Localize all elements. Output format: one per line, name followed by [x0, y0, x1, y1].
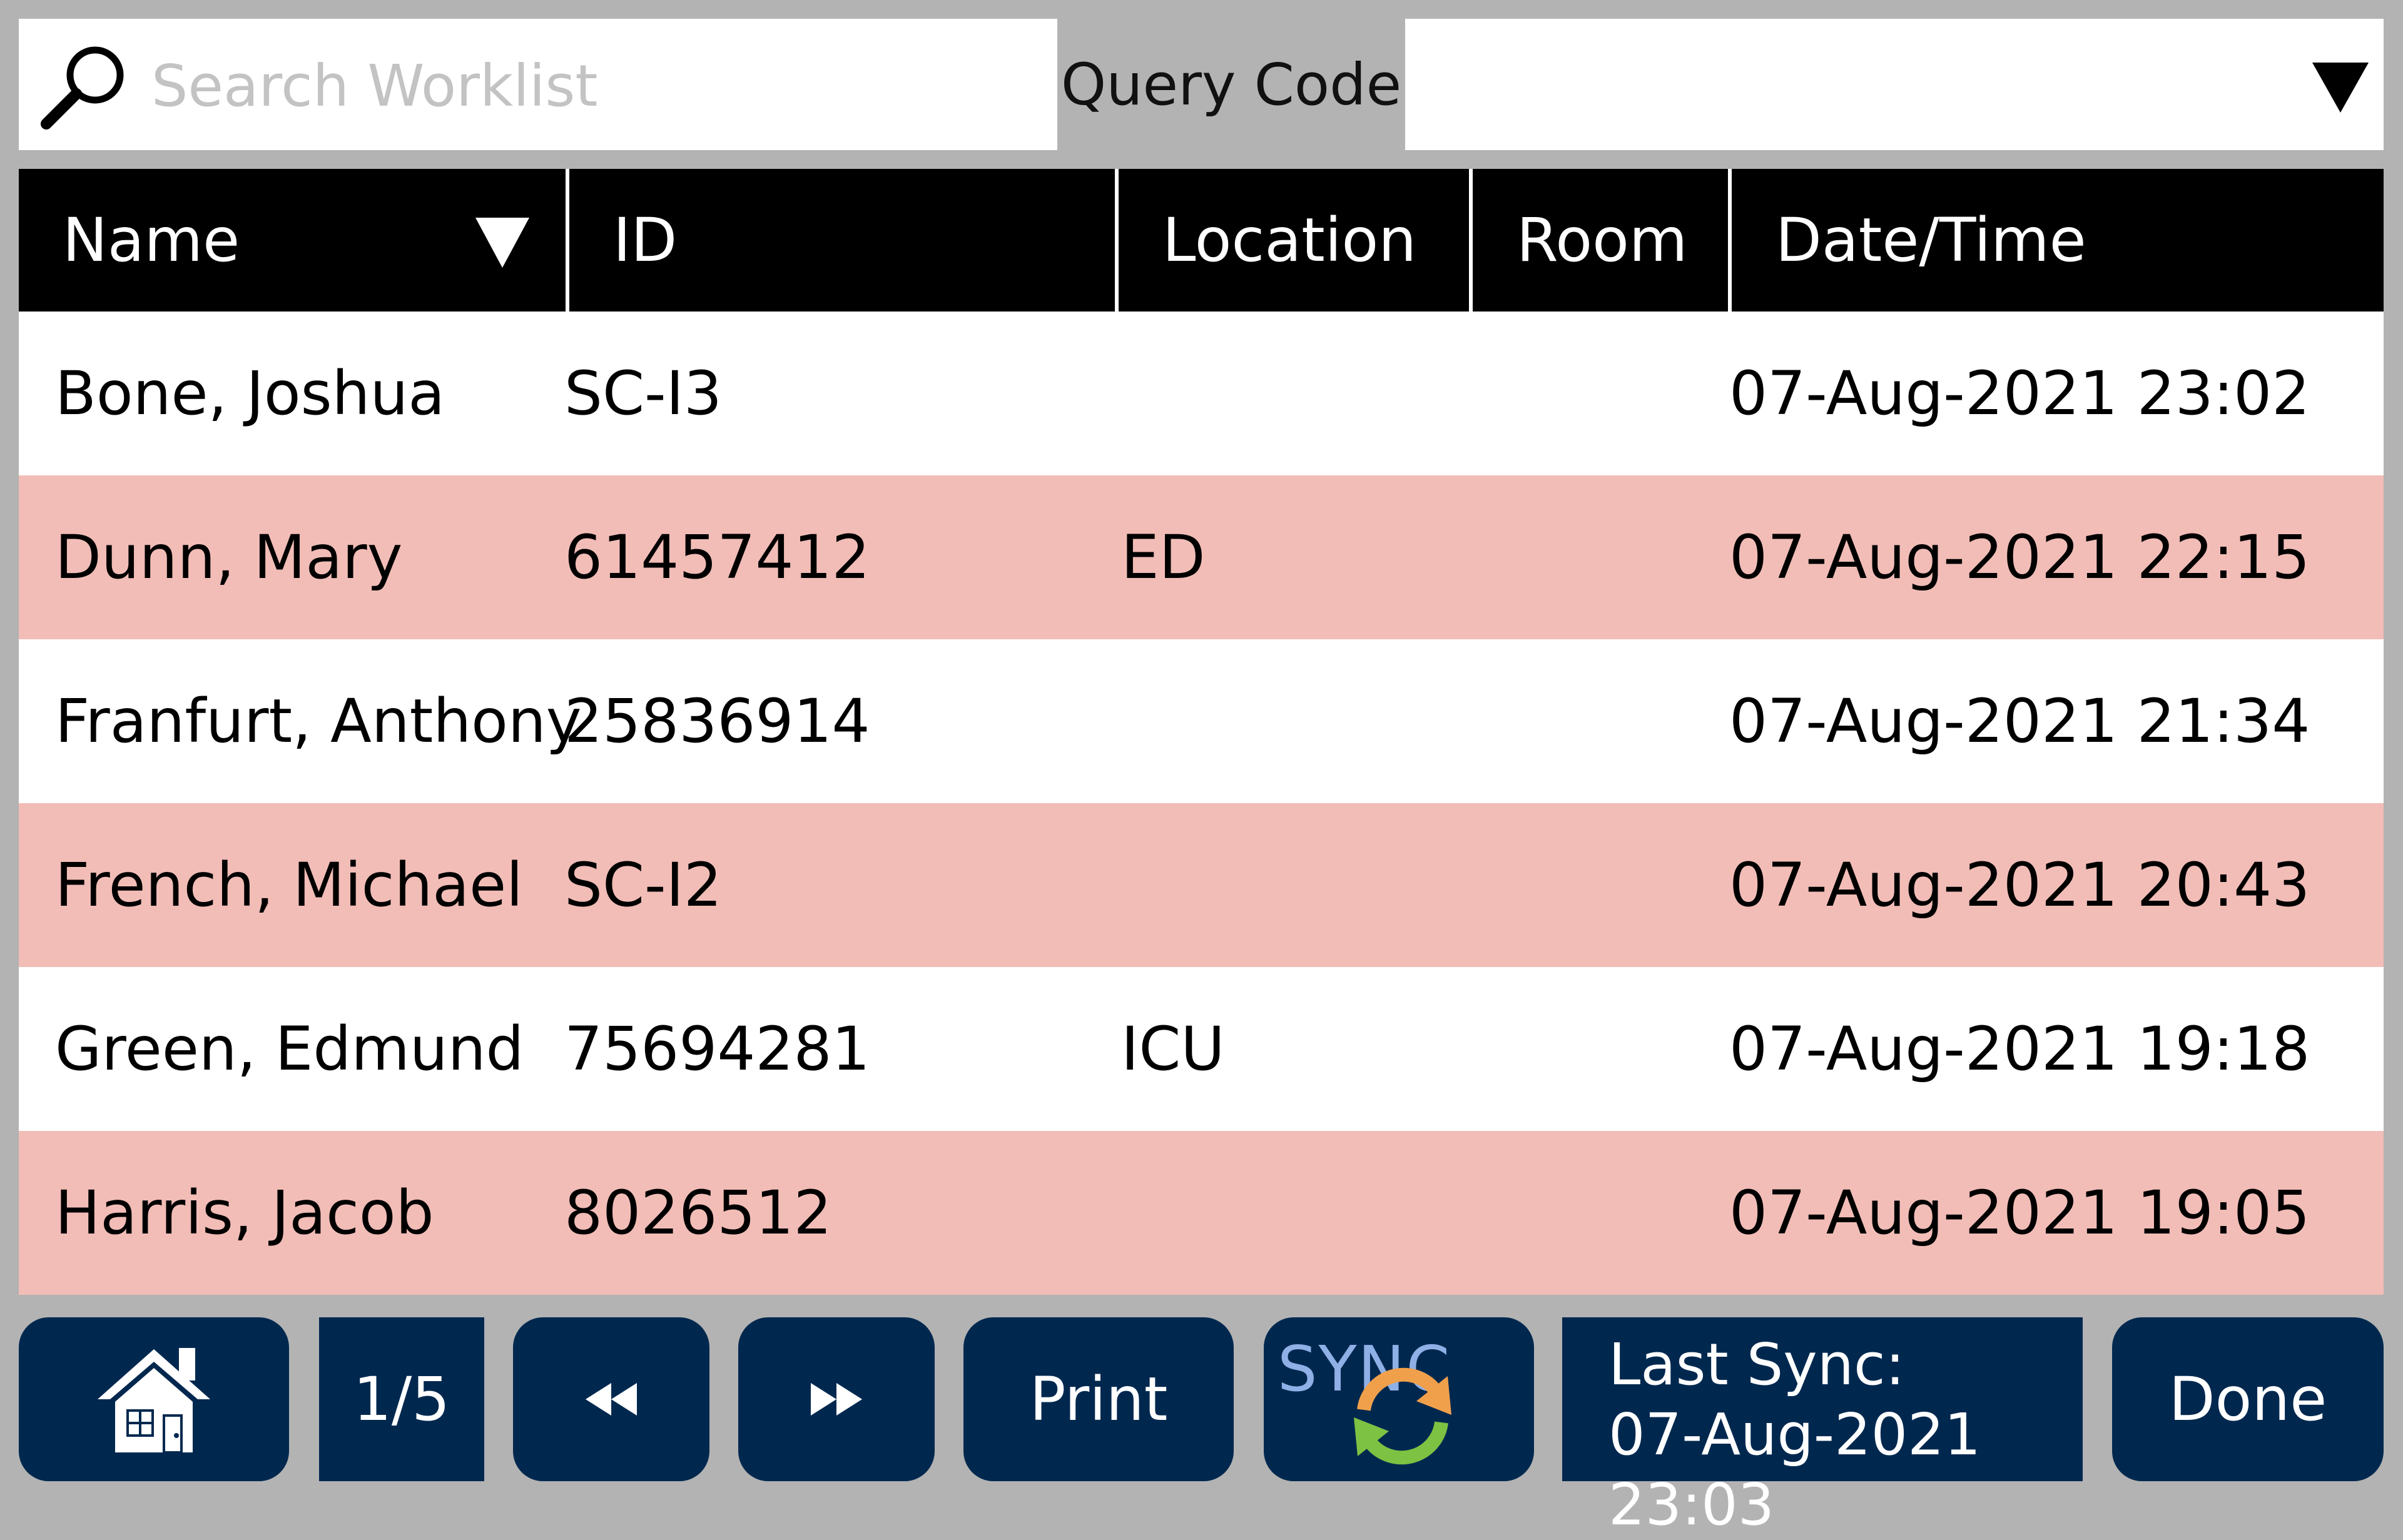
- cell-datetime: 07-Aug-2021 19:18: [1729, 1014, 2310, 1084]
- cell-id: 8026512: [564, 1178, 832, 1248]
- query-code-select[interactable]: [1405, 19, 2384, 150]
- cell-location: ICU: [1121, 1014, 1225, 1084]
- cell-id: SC-I2: [564, 850, 722, 920]
- fast-forward-icon: [811, 1383, 862, 1416]
- sync-button[interactable]: SYNC: [1264, 1317, 1534, 1481]
- cell-id: 25836914: [564, 686, 870, 756]
- cell-id: SC-I3: [564, 358, 722, 428]
- done-button[interactable]: Done: [2112, 1317, 2384, 1481]
- print-button[interactable]: Print: [963, 1317, 1234, 1481]
- search-icon: [41, 46, 124, 129]
- next-page-button[interactable]: [738, 1317, 935, 1481]
- column-header-label: Location: [1162, 205, 1417, 275]
- cell-datetime: 07-Aug-2021 23:02: [1729, 358, 2310, 428]
- home-button[interactable]: [19, 1317, 289, 1481]
- home-icon: [98, 1348, 210, 1454]
- cell-id: 75694281: [564, 1014, 870, 1084]
- cell-id: 61457412: [564, 522, 870, 592]
- column-header-location[interactable]: Location: [1119, 169, 1473, 312]
- chevron-down-icon[interactable]: [2312, 63, 2369, 113]
- cell-datetime: 07-Aug-2021 20:43: [1729, 850, 2310, 920]
- cell-name: Green, Edmund: [55, 1014, 524, 1084]
- search-input[interactable]: [150, 39, 1039, 133]
- column-header-label: ID: [613, 205, 678, 275]
- last-sync-time: 07-Aug-2021 23:03: [1608, 1401, 1981, 1538]
- cell-datetime: 07-Aug-2021 19:05: [1729, 1178, 2310, 1248]
- cell-name: French, Michael: [55, 850, 523, 920]
- sync-icon: [1354, 1367, 1451, 1465]
- cell-name: Bone, Joshua: [55, 358, 445, 428]
- table-row[interactable]: Dunn, Mary 61457412 ED 07-Aug-2021 22:15: [19, 475, 2384, 639]
- column-header-name[interactable]: Name: [19, 169, 569, 312]
- page-indicator: 1/5: [319, 1317, 484, 1481]
- cell-name: Franfurt, Anthony: [55, 686, 582, 756]
- table-row[interactable]: Harris, Jacob 8026512 07-Aug-2021 19:05: [19, 1131, 2384, 1295]
- column-header-id[interactable]: ID: [569, 169, 1119, 312]
- cell-name: Dunn, Mary: [55, 522, 403, 592]
- column-header-label: Name: [63, 205, 240, 275]
- table-row[interactable]: French, Michael SC-I2 07-Aug-2021 20:43: [19, 803, 2384, 967]
- table-row[interactable]: Franfurt, Anthony 25836914 07-Aug-2021 2…: [19, 639, 2384, 803]
- column-header-label: Date/Time: [1776, 205, 2086, 275]
- worklist-table: Name ID Location Room Date/Time Bone, Jo…: [19, 169, 2384, 1295]
- column-header-datetime[interactable]: Date/Time: [1732, 169, 2384, 312]
- cell-datetime: 07-Aug-2021 22:15: [1729, 522, 2310, 592]
- last-sync-label: Last Sync:: [1608, 1331, 1905, 1398]
- query-code-label: Query Code: [1060, 51, 1402, 118]
- table-row[interactable]: Green, Edmund 75694281 ICU 07-Aug-2021 1…: [19, 967, 2384, 1131]
- last-sync-panel: Last Sync: 07-Aug-2021 23:03: [1562, 1317, 2083, 1538]
- column-header-label: Room: [1516, 205, 1688, 275]
- query-code-value: [1430, 44, 2243, 125]
- column-header-room[interactable]: Room: [1473, 169, 1732, 312]
- cell-name: Harris, Jacob: [55, 1178, 434, 1248]
- cell-datetime: 07-Aug-2021 21:34: [1729, 686, 2310, 756]
- sort-down-icon[interactable]: [475, 215, 529, 269]
- previous-page-button[interactable]: [513, 1317, 709, 1481]
- rewind-icon: [586, 1383, 637, 1416]
- cell-location: ED: [1121, 522, 1206, 592]
- table-row[interactable]: Bone, Joshua SC-I3 07-Aug-2021 23:02: [19, 312, 2384, 475]
